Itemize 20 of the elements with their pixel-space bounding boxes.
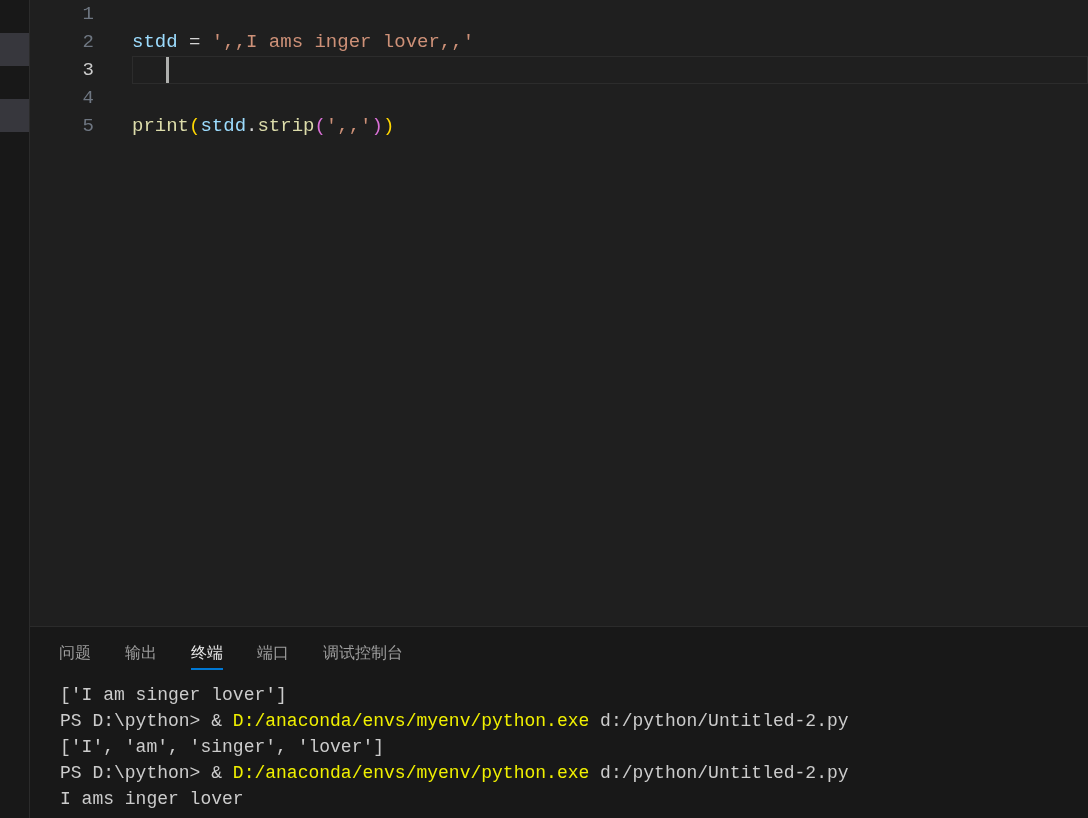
panel-tab[interactable]: 问题	[59, 641, 91, 670]
line-number: 5	[81, 114, 94, 139]
panel-tab[interactable]: 输出	[125, 641, 157, 670]
text-cursor	[166, 57, 169, 83]
panel-tab[interactable]: 端口	[257, 641, 289, 670]
panel-tab[interactable]: 调试控制台	[323, 641, 403, 670]
code-line: stdd = ',,I ams inger lover,,'	[132, 29, 475, 55]
line-number: 3	[81, 58, 94, 83]
terminal-line: PS D:\python> & D:/anaconda/envs/myenv/python.exe d:/python/Untitled-2.py	[60, 710, 850, 733]
terminal-line: PS D:\python> & D:/anaconda/envs/myenv/python.exe d:/python/Untitled-2.py	[60, 762, 850, 785]
line-number: 2	[81, 30, 94, 55]
sidebar-row-highlight[interactable]	[0, 33, 29, 66]
code-line: print(stdd.strip(',,'))	[132, 113, 395, 139]
sidebar-row-highlight[interactable]	[0, 99, 29, 132]
terminal-line: I ams inger lover	[60, 788, 245, 811]
terminal-line: ['I am singer lover']	[60, 684, 288, 707]
line-number: 4	[81, 86, 94, 111]
terminal-line: ['I', 'am', 'singer', 'lover']	[60, 736, 386, 759]
line-number: 1	[81, 2, 94, 27]
panel-tab[interactable]: 终端	[191, 641, 223, 670]
